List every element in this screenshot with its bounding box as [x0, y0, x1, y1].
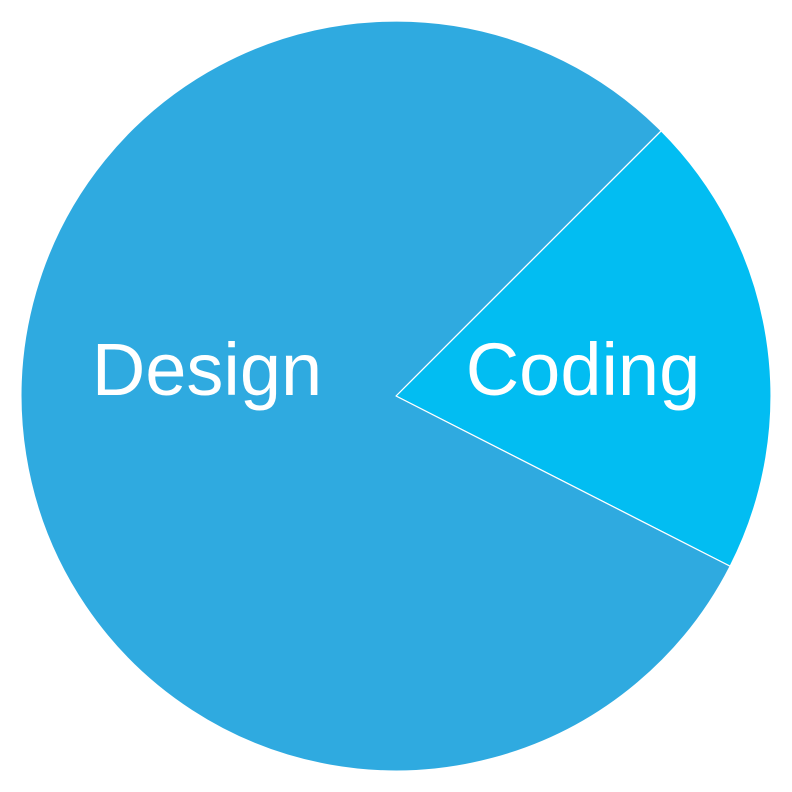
pie-label-design: Design — [92, 328, 322, 411]
pie-chart: Design Coding — [20, 20, 772, 772]
pie-label-coding: Coding — [466, 328, 701, 411]
